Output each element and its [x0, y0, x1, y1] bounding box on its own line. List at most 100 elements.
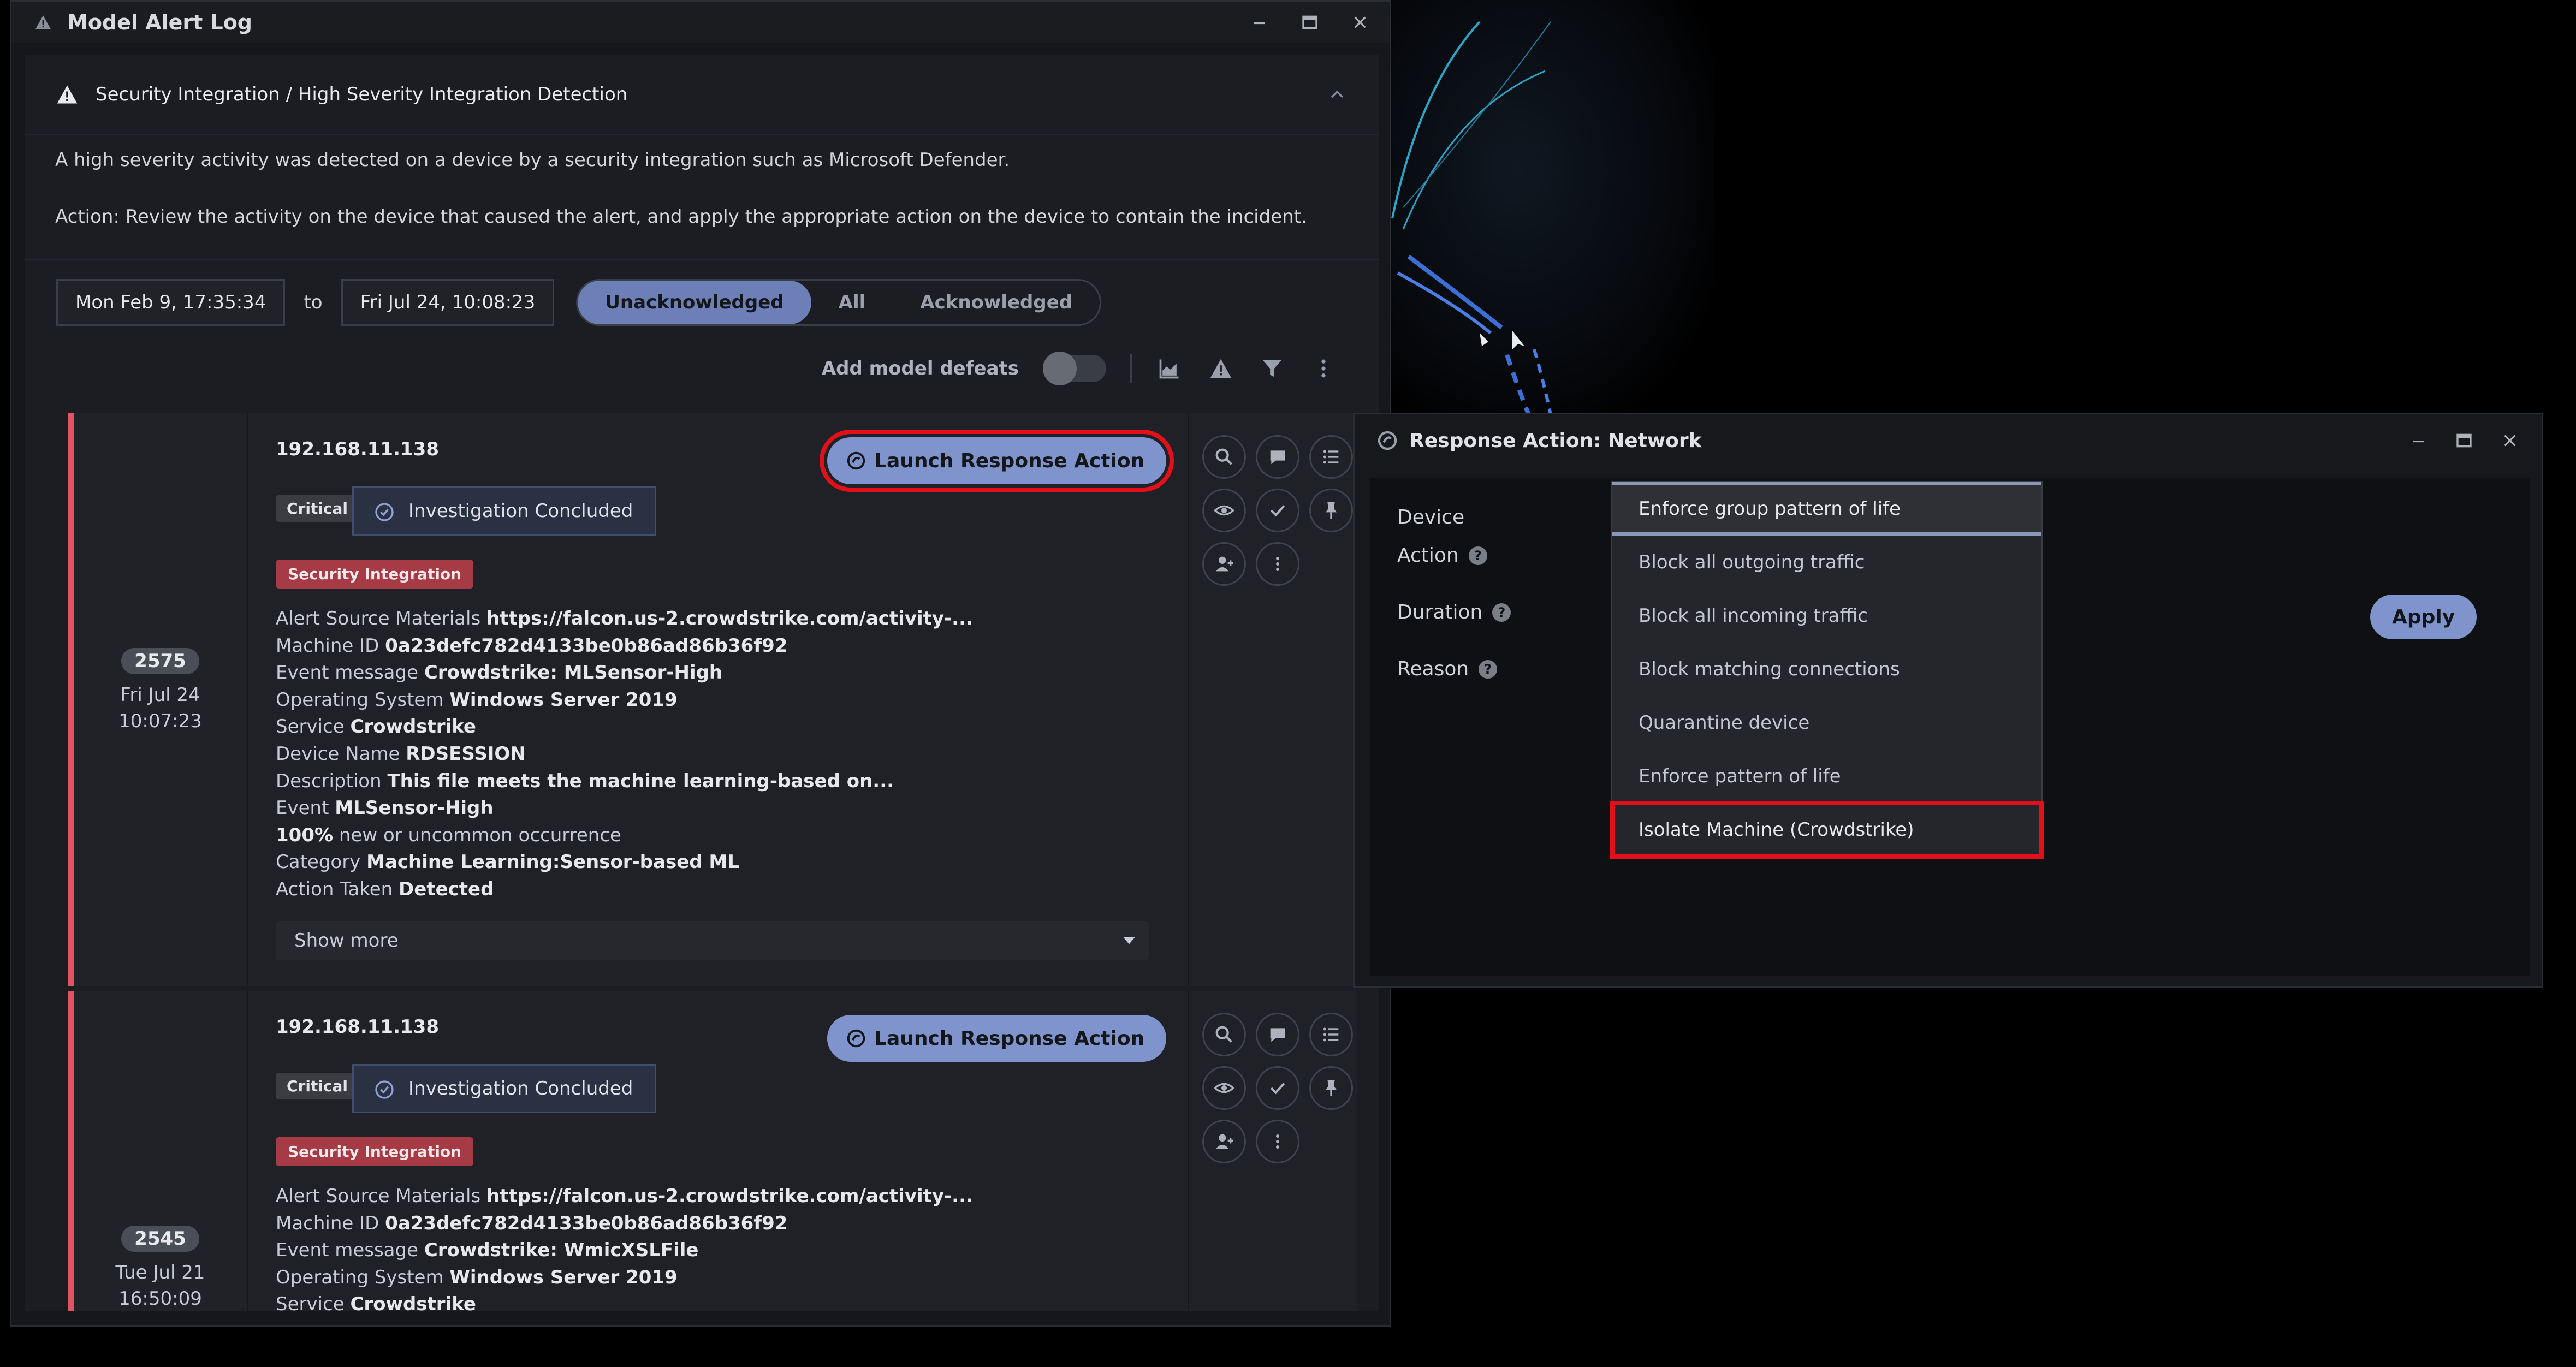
more-options-icon[interactable] — [1256, 542, 1299, 586]
pin-icon[interactable] — [1309, 1066, 1353, 1110]
warning-icon[interactable] — [1207, 355, 1234, 382]
reason-label: Reason? — [1397, 658, 1498, 680]
date-to-field[interactable]: Fri Jul 24, 10:08:23 — [341, 279, 555, 326]
investigation-status[interactable]: Investigation Concluded — [352, 1064, 657, 1113]
model-alert-log-window: Model Alert Log Security Integration / H… — [10, 0, 1391, 1327]
launch-label: Launch Response Action — [874, 449, 1145, 472]
field-row: Operating System Windows Server 2019 — [276, 1266, 678, 1288]
field-row: Service Crowdstrike — [276, 716, 476, 738]
field-row: Event message Crowdstrike: MLSensor-High — [276, 662, 723, 684]
alert-id-column: 2575 Fri Jul 24 10:07:23 — [74, 413, 248, 986]
device-label: Device — [1397, 506, 1465, 528]
response-action-icon — [847, 451, 865, 470]
alert-time: 16:50:09 — [118, 1288, 202, 1310]
show-more-toggle[interactable]: Show more — [276, 921, 1149, 960]
device-ip[interactable]: 192.168.11.138 — [276, 438, 439, 460]
list-icon[interactable] — [1309, 435, 1353, 479]
response-action-window: Response Action: Network Device Action? … — [1353, 413, 2543, 988]
date-from-field[interactable]: Mon Feb 9, 17:35:34 — [56, 279, 286, 326]
comment-icon[interactable] — [1256, 1013, 1299, 1056]
action-option[interactable]: Quarantine device — [1612, 696, 2041, 750]
action-option[interactable]: Block all outgoing traffic — [1612, 536, 2041, 589]
acknowledge-check-icon[interactable] — [1256, 489, 1299, 532]
pin-icon[interactable] — [1309, 489, 1353, 532]
help-icon[interactable]: ? — [1479, 659, 1498, 679]
search-icon[interactable] — [1202, 435, 1246, 479]
help-icon[interactable]: ? — [1468, 546, 1487, 565]
alert-card: 2575 Fri Jul 24 10:07:23 192.168.11.138 L… — [68, 413, 1357, 986]
field-row: Device Name RDSESSION — [276, 742, 526, 765]
minimize-icon[interactable] — [2408, 431, 2428, 450]
close-icon[interactable] — [1350, 13, 1370, 32]
minimize-icon[interactable] — [1250, 13, 1269, 32]
alert-action-icons — [1188, 413, 1362, 986]
severity-badge: Critical — [276, 1073, 359, 1099]
severity-badge: Critical — [276, 495, 359, 522]
warning-icon — [31, 10, 55, 34]
status-label: Investigation Concluded — [408, 500, 633, 522]
tab-all[interactable]: All — [811, 281, 893, 324]
field-row: Service Crowdstrike — [276, 1293, 476, 1311]
field-row: Description This file meets the machine … — [276, 770, 894, 792]
eye-icon[interactable] — [1202, 1066, 1246, 1110]
comment-icon[interactable] — [1256, 435, 1299, 479]
maximize-icon[interactable] — [2454, 431, 2474, 450]
check-circle-icon — [375, 1080, 394, 1099]
device-ip[interactable]: 192.168.11.138 — [276, 1016, 439, 1038]
model-defeats-toggle[interactable] — [1043, 352, 1106, 385]
chevron-up-icon[interactable] — [1326, 84, 1348, 105]
eye-icon[interactable] — [1202, 489, 1246, 532]
field-row: Event MLSensor-High — [276, 797, 494, 819]
window-title: Response Action: Network — [1409, 429, 1702, 452]
toggle-knob — [1043, 352, 1077, 385]
action-text: Action: Review the activity on the devic… — [55, 206, 1307, 228]
date-to-label: to — [304, 292, 323, 313]
more-options-icon[interactable] — [1310, 355, 1337, 382]
launch-response-action-button[interactable]: Launch Response Action — [819, 430, 1174, 492]
close-icon[interactable] — [2500, 431, 2520, 450]
field-row: Category Machine Learning:Sensor-based M… — [276, 851, 739, 873]
apply-button[interactable]: Apply — [2370, 595, 2477, 639]
action-option[interactable]: Block matching connections — [1612, 643, 2041, 696]
response-action-form: Device Action? Duration? Reason? Apply E… — [1370, 478, 2530, 976]
search-icon[interactable] — [1202, 1013, 1246, 1056]
status-label: Investigation Concluded — [408, 1078, 633, 1099]
chart-icon[interactable] — [1156, 355, 1183, 382]
action-option[interactable]: Block all incoming traffic — [1612, 589, 2041, 643]
assign-user-icon[interactable] — [1202, 542, 1246, 586]
action-dropdown-menu: Enforce group pattern of life Block all … — [1610, 481, 2044, 859]
action-option[interactable]: Enforce pattern of life — [1612, 750, 2041, 803]
response-action-icon — [1378, 431, 1397, 450]
alert-action-icons — [1188, 991, 1362, 1311]
field-row: Alert Source Materials https://falcon.us… — [276, 1185, 973, 1207]
divider — [1130, 354, 1132, 383]
alert-details: 192.168.11.138 Launch Response Action Cr… — [259, 991, 1188, 1311]
model-description: A high severity activity was detected on… — [25, 135, 1379, 231]
tab-unacknowledged[interactable]: Unacknowledged — [578, 281, 811, 324]
help-icon[interactable]: ? — [1492, 603, 1511, 622]
alert-time: 10:07:23 — [118, 710, 202, 732]
launch-response-action-button[interactable]: Launch Response Action — [827, 1015, 1167, 1062]
investigation-status[interactable]: Investigation Concluded — [352, 486, 657, 536]
field-row: Event message Crowdstrike: WmicXSLFile — [276, 1239, 699, 1262]
more-options-icon[interactable] — [1256, 1120, 1299, 1163]
model-header[interactable]: Security Integration / High Severity Int… — [25, 55, 1379, 135]
maximize-icon[interactable] — [1300, 13, 1320, 32]
assign-user-icon[interactable] — [1202, 1120, 1246, 1163]
alert-details: 192.168.11.138 Launch Response Action Cr… — [259, 413, 1188, 986]
action-option-isolate-machine[interactable]: Isolate Machine (Crowdstrike) — [1610, 801, 2044, 859]
filter-icon[interactable] — [1259, 355, 1286, 382]
list-icon[interactable] — [1309, 1013, 1353, 1056]
window-titlebar: Response Action: Network — [1355, 414, 2542, 467]
alert-date: Fri Jul 24 — [120, 684, 200, 706]
alert-fields: Alert Source Materials https://falcon.us… — [276, 1183, 973, 1311]
chevron-down-icon — [1123, 937, 1135, 944]
tab-acknowledged[interactable]: Acknowledged — [893, 281, 1100, 324]
warning-icon — [57, 85, 78, 104]
acknowledge-check-icon[interactable] — [1256, 1066, 1299, 1110]
model-defeats-label: Add model defeats — [821, 358, 1019, 379]
field-row: Action Taken Detected — [276, 878, 494, 900]
launch-label: Launch Response Action — [874, 1027, 1145, 1050]
alert-id-badge: 2545 — [121, 1226, 199, 1252]
action-option-selected[interactable]: Enforce group pattern of life — [1612, 482, 2041, 536]
